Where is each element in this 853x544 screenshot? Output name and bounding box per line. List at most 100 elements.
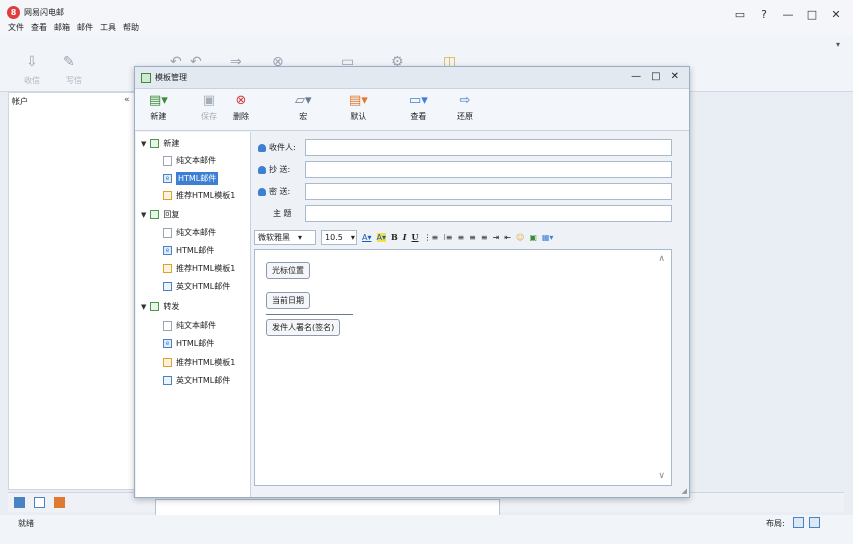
html-mail-icon: e (163, 246, 172, 255)
align-right-icon[interactable]: ≡ (481, 233, 488, 242)
ordered-list-icon[interactable]: ⋮≡ (424, 233, 439, 242)
new-template-button[interactable]: ▤▾ 新建 (149, 93, 168, 122)
save-icon: ▣ (202, 93, 216, 108)
layout-vertical-icon[interactable] (793, 517, 804, 528)
cursor-position-button[interactable]: 光标位置 (266, 262, 310, 279)
receive-label: 收信 (24, 76, 40, 85)
macro-button[interactable]: ▱▾ 宏 (295, 93, 312, 122)
skin-icon[interactable]: ▭ (733, 8, 747, 21)
font-color-icon[interactable]: A▾ (362, 233, 372, 242)
insert-more-icon[interactable]: ▦▾ (542, 233, 554, 242)
tree-group-forward[interactable]: ▼ 转发 (141, 301, 179, 312)
dialog-close-button[interactable]: ✕ (671, 71, 679, 82)
italic-icon[interactable]: I (403, 232, 407, 242)
highlight-color-icon[interactable]: A▾ (376, 232, 386, 242)
font-size-select[interactable]: 10.5 ▾ (321, 229, 357, 245)
default-button[interactable]: ▤▾ 默认 (349, 93, 368, 122)
template-icon (141, 73, 151, 83)
tree-item[interactable]: 纯文本邮件 (163, 155, 216, 166)
accounts-panel (8, 92, 136, 490)
font-select[interactable]: 微软雅黑 ▾ (254, 229, 316, 245)
bcc-field[interactable] (305, 183, 672, 200)
maximize-button[interactable]: □ (805, 8, 819, 21)
template-manager-dialog: 模板管理 — □ ✕ ▤▾ 新建 ▣ 保存 ⊗ 删除 ▱▾ 宏 ▤▾ 默认 ▭▾ 查看 ⇨ 还… (134, 66, 690, 498)
quick-input[interactable] (155, 499, 500, 516)
underline-icon[interactable]: U (412, 232, 419, 242)
minimize-button[interactable]: — (781, 8, 795, 21)
scroll-up-icon[interactable]: ∧ (658, 254, 665, 264)
apps-icon[interactable] (54, 497, 65, 508)
emoji-icon[interactable]: ☺ (516, 233, 524, 242)
recommended-template-icon (163, 358, 172, 367)
new-icon: ▤▾ (149, 93, 168, 108)
resize-grip-icon[interactable]: ◢ (682, 487, 687, 495)
person-icon (258, 187, 266, 196)
tree-item-selected[interactable]: e HTML邮件 (163, 172, 219, 185)
subject-field[interactable] (305, 205, 672, 222)
cc-field[interactable] (305, 161, 672, 178)
expand-icon[interactable]: ▼ (141, 140, 146, 148)
tree-item[interactable]: 推荐HTML模板1 (163, 263, 235, 274)
dialog-minimize-button[interactable]: — (631, 71, 641, 82)
macro-icon: ▱▾ (295, 93, 312, 108)
restore-button[interactable]: ⇨ 还原 (457, 93, 473, 122)
align-left-icon[interactable]: ≡ (457, 233, 464, 242)
folder-icon (150, 302, 160, 311)
delete-template-button[interactable]: ⊗ 删除 (233, 93, 249, 122)
image-icon[interactable]: ▣ (529, 233, 537, 242)
app-title: 网易闪电邮 (24, 8, 64, 17)
sender-signature-button[interactable]: 发件人署名(签名) (266, 319, 341, 336)
current-date-button[interactable]: 当前日期 (266, 292, 310, 309)
receive-icon[interactable]: ⇩ (26, 54, 38, 70)
bullet-list-icon[interactable]: ⁝≡ (443, 233, 452, 242)
tree-item[interactable]: 纯文本邮件 (163, 227, 216, 238)
accounts-label: 帐户 (12, 97, 28, 106)
tree-item[interactable]: 推荐HTML模板1 (163, 357, 235, 368)
scroll-down-icon[interactable]: ∨ (658, 471, 665, 481)
tree-item[interactable]: e HTML邮件 (163, 245, 214, 256)
help-icon[interactable]: ? (757, 8, 771, 21)
text-mail-icon (163, 320, 172, 331)
indent-icon[interactable]: ⇥ (493, 233, 500, 242)
align-center-icon[interactable]: ≡ (469, 233, 476, 242)
collapse-panel-icon[interactable]: « (124, 95, 130, 105)
toolbar-overflow-icon[interactable]: ▾ (836, 40, 840, 49)
dialog-maximize-button[interactable]: □ (651, 71, 660, 82)
layout-horizontal-icon[interactable] (809, 517, 820, 528)
tree-item[interactable]: 推荐HTML模板1 (163, 190, 235, 201)
folder-icon (150, 210, 160, 219)
delete-icon: ⊗ (235, 93, 247, 108)
save-template-button[interactable]: ▣ 保存 (201, 93, 217, 122)
menu-help[interactable]: 帮助 (123, 22, 139, 35)
recommended-template-icon (163, 264, 172, 273)
status-bar (0, 515, 853, 544)
tree-group-new[interactable]: ▼ 新建 (141, 138, 179, 149)
menu-mail[interactable]: 邮件 (77, 22, 93, 35)
to-label: 收件人: (258, 142, 296, 153)
tree-item[interactable]: 纯文本邮件 (163, 320, 216, 331)
menu-file[interactable]: 文件 (8, 22, 24, 35)
bold-icon[interactable]: B (391, 232, 398, 242)
write-icon[interactable]: ✎ (63, 54, 75, 70)
status-text: 就绪 (18, 519, 34, 528)
tree-group-reply[interactable]: ▼ 回复 (141, 209, 179, 220)
to-field[interactable] (305, 139, 672, 156)
menu-tools[interactable]: 工具 (100, 22, 116, 35)
view-button[interactable]: ▭▾ 查看 (409, 93, 428, 122)
tree-item[interactable]: 英文HTML邮件 (163, 281, 230, 292)
expand-icon[interactable]: ▼ (141, 303, 146, 311)
template-editor[interactable]: 光标位置 当前日期 发件人署名(签名) ∧ ∨ (254, 249, 672, 486)
outdent-icon[interactable]: ⇤ (504, 233, 511, 242)
expand-icon[interactable]: ▼ (141, 211, 146, 219)
dialog-titlebar: 模板管理 — □ ✕ (135, 67, 689, 89)
close-button[interactable]: ✕ (829, 8, 843, 21)
chevron-down-icon: ▾ (298, 232, 303, 242)
tree-item[interactable]: e HTML邮件 (163, 338, 214, 349)
tree-item[interactable]: 英文HTML邮件 (163, 375, 230, 386)
app-logo-icon: 8 (7, 6, 20, 19)
mail-view-icon[interactable] (14, 497, 25, 508)
calendar-icon[interactable] (34, 497, 45, 508)
html-mail-icon: e (163, 339, 172, 348)
menu-view[interactable]: 查看 (31, 22, 47, 35)
menu-mailbox[interactable]: 邮箱 (54, 22, 70, 35)
